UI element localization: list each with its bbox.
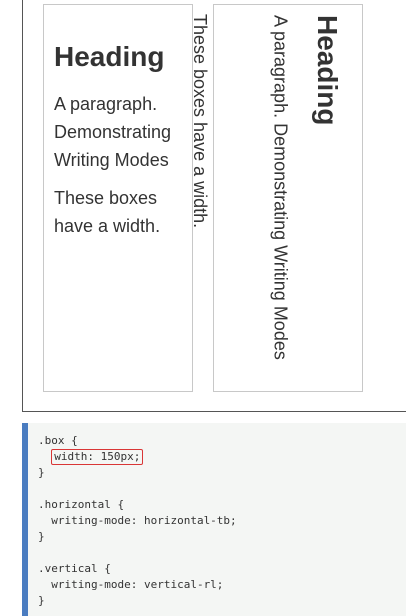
code-line: } <box>38 594 45 607</box>
horizontal-box-paragraph: A paragraph. Demonstrating Writing Modes <box>54 93 172 170</box>
css-code-block: .box { width: 150px; } .horizontal { wri… <box>22 423 406 616</box>
vertical-box: Heading A paragraph. Demonstrating Writi… <box>213 4 363 392</box>
vertical-box-heading: Heading <box>312 15 343 126</box>
horizontal-box-width-note: These boxes have a width. <box>54 187 161 236</box>
code-line: .horizontal { <box>38 498 125 511</box>
code-line: .box { <box>38 434 78 447</box>
horizontal-box: Heading A paragraph. Demonstrating Writi… <box>43 4 193 392</box>
code-line: .vertical { <box>38 562 111 575</box>
vertical-box-width-note: These boxes have a width. <box>190 14 210 229</box>
vertical-box-paragraph: A paragraph. Demonstrating Writing Modes <box>270 15 291 360</box>
code-line: } <box>38 466 45 479</box>
code-line: writing-mode: vertical-rl; <box>38 578 224 591</box>
horizontal-box-heading: Heading <box>54 41 165 72</box>
width-declaration-highlight: width: 150px; <box>51 449 144 465</box>
code-line: writing-mode: horizontal-tb; <box>38 514 237 527</box>
code-line-highlighted: width: 150px; <box>38 449 406 465</box>
code-line: } <box>38 530 45 543</box>
